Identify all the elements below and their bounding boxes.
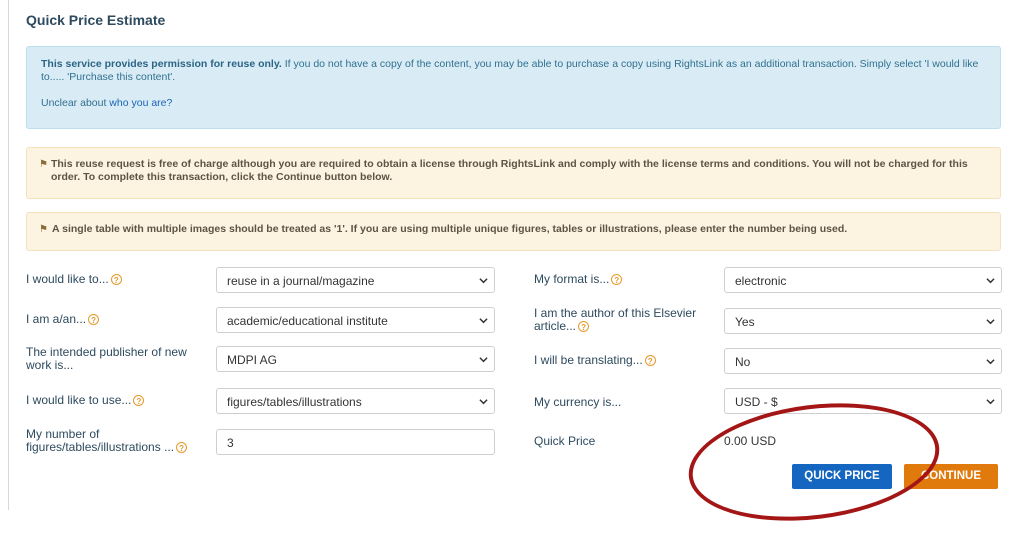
info-alert: This service provides permission for reu… [26, 46, 1001, 129]
help-icon[interactable]: ? [110, 274, 122, 286]
warning-text-2: A single table with multiple images shou… [52, 223, 848, 235]
quick-price-label: Quick Price [534, 434, 596, 448]
chevron-down-icon [479, 357, 488, 363]
publisher-select[interactable]: MDPI AG [216, 346, 495, 372]
i-am-select[interactable]: academic/educational institute [216, 307, 495, 333]
use-label: I would like to use...? [26, 394, 145, 407]
unclear-prefix: Unclear about [41, 97, 110, 109]
translating-select[interactable]: No [724, 348, 1002, 374]
author-label: I am the author of this Elsevier article… [534, 306, 697, 333]
would-like-select[interactable]: reuse in a journal/magazine [216, 267, 495, 293]
table-count-alert: ⚑ A single table with multiple images sho… [26, 212, 1001, 251]
left-border [8, 0, 9, 510]
help-icon[interactable]: ? [611, 274, 623, 286]
i-am-label: I am a/an...? [26, 313, 100, 326]
use-select[interactable]: figures/tables/illustrations [216, 388, 495, 414]
number-label: My number of figures/tables/illustration… [26, 428, 216, 454]
chevron-down-icon [479, 318, 488, 324]
format-label: My format is...? [534, 273, 623, 286]
chevron-down-icon [986, 359, 995, 365]
number-input[interactable]: 3 [216, 429, 495, 455]
warning-text-1: This reuse request is free of charge alt… [50, 158, 968, 183]
would-like-label: I would like to...? [26, 273, 122, 286]
help-icon[interactable]: ? [644, 355, 656, 367]
author-select[interactable]: Yes [724, 308, 1002, 334]
format-select[interactable]: electronic [724, 267, 1002, 293]
currency-label: My currency is... [534, 395, 622, 409]
help-icon[interactable]: ? [578, 321, 590, 333]
info-bold-text: This service provides permission for reu… [41, 58, 282, 70]
flag-icon: ⚑ [39, 224, 48, 235]
help-icon[interactable]: ? [176, 442, 188, 454]
chevron-down-icon [986, 278, 995, 284]
page-title: Quick Price Estimate [26, 12, 166, 28]
publisher-label: The intended publisher of new work is... [26, 345, 187, 372]
flag-icon: ⚑ [39, 159, 48, 170]
chevron-down-icon [479, 399, 488, 405]
help-icon[interactable]: ? [133, 395, 145, 407]
who-you-are-link[interactable]: who you are? [109, 97, 172, 109]
chevron-down-icon [986, 399, 995, 405]
free-of-charge-alert: ⚑ This reuse request is free of charge al… [26, 147, 1001, 199]
translating-label: I will be translating...? [534, 354, 656, 367]
chevron-down-icon [986, 319, 995, 325]
help-icon[interactable]: ? [88, 314, 100, 326]
chevron-down-icon [479, 278, 488, 284]
